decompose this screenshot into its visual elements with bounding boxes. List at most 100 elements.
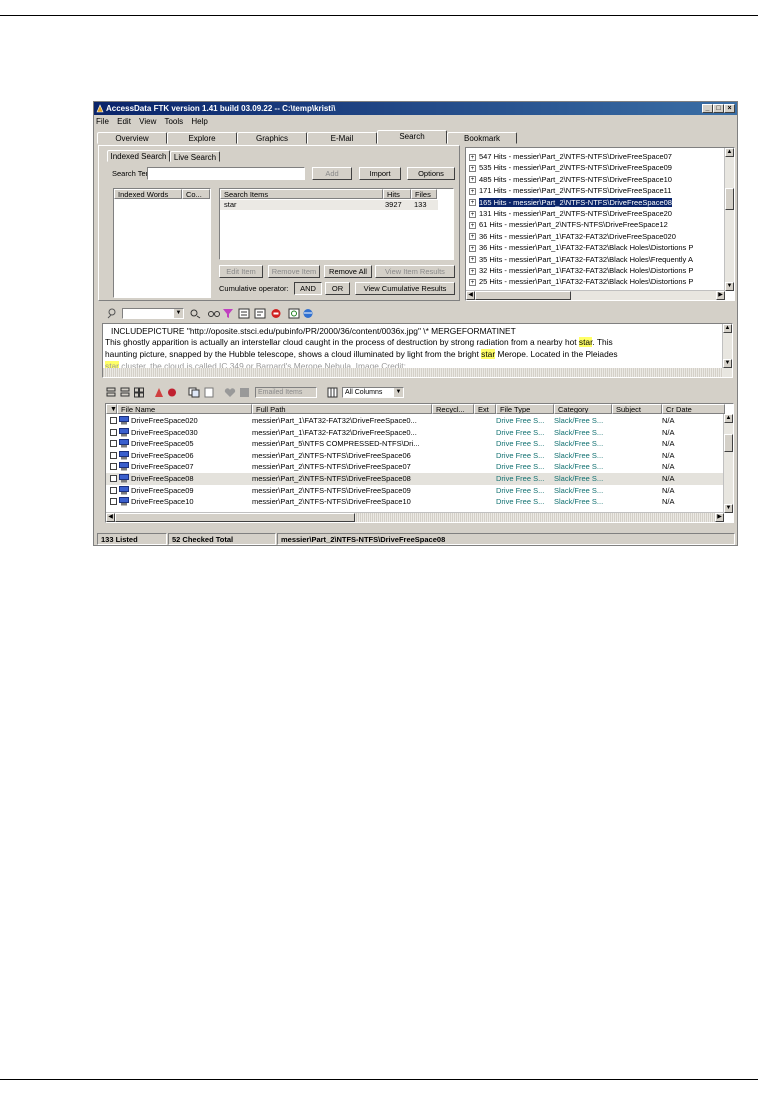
scroll-thumb[interactable] xyxy=(724,434,733,452)
hit-tree-item[interactable]: +61 Hits - messier\Part_2\NTFS-NTFS\Driv… xyxy=(469,219,668,230)
scroll-down-arrow-icon[interactable]: ▼ xyxy=(725,282,734,291)
chevron-down-icon[interactable]: ▼ xyxy=(174,309,183,318)
file-list[interactable]: ▼ File Name Full Path Recycl... Ext File… xyxy=(105,403,734,523)
table-row[interactable]: DriveFreeSpace05 messier\Part_5\NTFS COMP… xyxy=(106,438,725,450)
expand-plus-icon[interactable]: + xyxy=(469,176,476,184)
expand-plus-icon[interactable]: + xyxy=(469,256,476,264)
expand-plus-icon[interactable]: + xyxy=(469,221,476,229)
hit-tree-item[interactable]: +32 Hits - messier\Part_1\FAT32-FAT32\Bl… xyxy=(469,265,693,276)
hit-tree-item[interactable]: +36 Hits - messier\Part_1\FAT32-FAT32\Bl… xyxy=(469,242,693,253)
tab-email[interactable]: E-Mail xyxy=(307,132,377,144)
tab-search[interactable]: Search xyxy=(377,130,447,144)
export-html-icon[interactable] xyxy=(254,308,266,319)
and-operator-button[interactable]: AND xyxy=(294,282,322,295)
scroll-right-arrow-icon[interactable]: ▶ xyxy=(715,513,724,522)
search-term-input[interactable] xyxy=(147,167,305,180)
maximize-button[interactable]: □ xyxy=(713,104,724,113)
viewer-select[interactable]: ▼ xyxy=(122,308,184,319)
search-item-row[interactable]: star 3927 133 xyxy=(220,200,438,210)
expand-plus-icon[interactable]: + xyxy=(469,233,476,241)
table-row[interactable]: DriveFreeSpace06 messier\Part_2\NTFS-NTFS… xyxy=(106,450,725,462)
close-button[interactable]: × xyxy=(724,104,735,113)
count-header[interactable]: Co... xyxy=(182,189,210,199)
tab-graphics[interactable]: Graphics xyxy=(237,132,307,144)
table-row[interactable]: DriveFreeSpace020 messier\Part_1\FAT32-FA… xyxy=(106,415,725,427)
hit-tree-item[interactable]: +535 Hits - messier\Part_2\NTFS-NTFS\Dri… xyxy=(469,162,672,173)
binoculars-icon[interactable] xyxy=(208,308,220,319)
row-checkbox[interactable] xyxy=(110,498,117,506)
subject-header[interactable]: Subject xyxy=(612,404,662,414)
filter-icon[interactable] xyxy=(222,308,234,319)
files-header[interactable]: Files xyxy=(411,189,437,199)
hits-tree[interactable]: +547 Hits - messier\Part_2\NTFS-NTFS\Dri… xyxy=(465,147,735,301)
bookmark-icon[interactable] xyxy=(154,387,166,398)
indexed-words-list[interactable]: Indexed Words Co... xyxy=(113,188,211,298)
scroll-left-arrow-icon[interactable]: ◀ xyxy=(106,513,115,522)
scroll-up-arrow-icon[interactable]: ▲ xyxy=(724,414,733,423)
expand-plus-icon[interactable]: + xyxy=(469,199,476,207)
stop-icon[interactable] xyxy=(270,308,282,319)
expand-plus-icon[interactable]: + xyxy=(469,153,476,161)
copy-icon[interactable] xyxy=(188,387,200,398)
menu-file[interactable]: File xyxy=(96,117,109,126)
cr-date-header[interactable]: Cr Date xyxy=(662,404,725,414)
menu-help[interactable]: Help xyxy=(191,117,207,126)
file-list-horizontal-scrollbar[interactable]: ◀ ▶ xyxy=(106,512,724,522)
table-row[interactable]: DriveFreeSpace08 messier\Part_2\NTFS-NTFS… xyxy=(106,473,725,485)
row-checkbox[interactable] xyxy=(110,417,117,424)
or-operator-button[interactable]: OR xyxy=(325,282,350,295)
scroll-left-arrow-icon[interactable]: ◀ xyxy=(466,291,475,300)
tab-overview[interactable]: Overview xyxy=(97,132,167,144)
h-scroll-thumb[interactable] xyxy=(475,291,571,300)
hit-tree-item[interactable]: +35 Hits - messier\Part_1\FAT32-FAT32\Bl… xyxy=(469,254,693,265)
full-path-header[interactable]: Full Path xyxy=(252,404,432,414)
minimize-button[interactable]: _ xyxy=(702,104,713,113)
subtab-indexed-search[interactable]: Indexed Search xyxy=(107,150,170,162)
row-checkbox[interactable] xyxy=(110,486,117,494)
viewer-mode-icon[interactable] xyxy=(106,308,118,319)
expand-plus-icon[interactable]: + xyxy=(469,187,476,195)
preview-pane[interactable]: INCLUDEPICTURE "http://oposite.stsci.edu… xyxy=(102,323,733,378)
row-checkbox[interactable] xyxy=(110,428,117,436)
preview-horizontal-scrollbar[interactable] xyxy=(103,368,723,377)
scroll-up-arrow-icon[interactable]: ▲ xyxy=(723,324,732,333)
subtab-live-search[interactable]: Live Search xyxy=(170,151,220,162)
find-icon[interactable] xyxy=(190,308,202,319)
hits-tree-horizontal-scrollbar[interactable]: ◀ ▶ xyxy=(466,290,725,300)
search-items-list[interactable]: Search Items Hits Files star 3927 133 xyxy=(219,188,454,260)
view-thumbnails-icon[interactable] xyxy=(134,387,144,398)
tab-explore[interactable]: Explore xyxy=(167,132,237,144)
edit-item-button[interactable]: Edit Item xyxy=(219,265,263,278)
chevron-down-icon[interactable]: ▼ xyxy=(394,388,403,397)
view-details-icon[interactable] xyxy=(120,387,130,398)
file-type-header[interactable]: File Type xyxy=(496,404,554,414)
globe-icon[interactable] xyxy=(302,308,314,319)
remove-all-button[interactable]: Remove All xyxy=(324,265,372,278)
expand-plus-icon[interactable]: + xyxy=(469,164,476,172)
expand-plus-icon[interactable]: + xyxy=(469,278,476,286)
hit-tree-item[interactable]: +171 Hits - messier\Part_2\NTFS-NTFS\Dri… xyxy=(469,185,671,196)
emailed-items-select[interactable]: Emailed Items xyxy=(255,387,317,398)
h-scroll-thumb[interactable] xyxy=(115,513,355,522)
menu-edit[interactable]: Edit xyxy=(117,117,131,126)
hit-tree-item[interactable]: +131 Hits - messier\Part_2\NTFS-NTFS\Dri… xyxy=(469,208,672,219)
gray-square-icon[interactable] xyxy=(240,388,249,397)
table-row[interactable]: DriveFreeSpace07 messier\Part_2\NTFS-NTFS… xyxy=(106,461,725,473)
expand-plus-icon[interactable]: + xyxy=(469,210,476,218)
columns-icon[interactable] xyxy=(327,387,338,398)
heart-icon[interactable] xyxy=(224,387,236,398)
row-checkbox[interactable] xyxy=(110,475,117,482)
search-items-header[interactable]: Search Items xyxy=(220,189,383,199)
scroll-right-arrow-icon[interactable]: ▶ xyxy=(716,291,725,300)
title-bar[interactable]: AccessData FTK version 1.41 build 03.09.… xyxy=(94,102,737,115)
table-row[interactable]: DriveFreeSpace09 messier\Part_2\NTFS-NTFS… xyxy=(106,485,725,497)
filter-column-header[interactable]: ▼ xyxy=(106,404,117,414)
document-icon[interactable] xyxy=(204,387,214,398)
category-header[interactable]: Category xyxy=(554,404,612,414)
scroll-thumb[interactable] xyxy=(725,188,734,210)
refresh-icon[interactable] xyxy=(288,308,300,319)
hit-tree-item[interactable]: +25 Hits - messier\Part_1\FAT32-FAT32\Bl… xyxy=(469,276,693,287)
table-row[interactable]: DriveFreeSpace030 messier\Part_1\FAT32-FA… xyxy=(106,427,725,439)
import-button[interactable]: Import xyxy=(359,167,401,180)
remove-item-button[interactable]: Remove Item xyxy=(268,265,320,278)
